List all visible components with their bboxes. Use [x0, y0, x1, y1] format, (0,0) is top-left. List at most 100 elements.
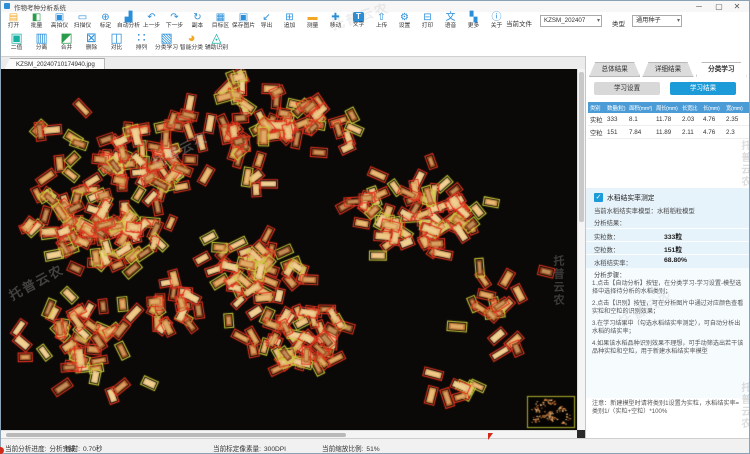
toolbar-merge[interactable]: ◩ 合并: [54, 31, 79, 56]
result-label: 空粒数：: [594, 247, 620, 254]
status-bar: 当前分析进度: 分析完成 耗时: 0.70秒 当前标定像素量: 300DPI 当前缩放比例:…: [0, 438, 750, 454]
settings-label: 设置: [398, 23, 411, 29]
vertical-scrollbar-thumb[interactable]: [579, 72, 584, 222]
analysis-results: 实粒数： 333粒 空粒数： 151粒 水稻结实率： 68.80%: [586, 228, 750, 267]
table-cell: 11.89: [656, 128, 672, 136]
analysis-steps-title: 分析步骤：: [594, 272, 626, 279]
toolbar-settings[interactable]: ⚙ 设置: [393, 12, 416, 30]
upload-icon: ⇧: [377, 12, 386, 23]
table-cell: 7.84: [629, 128, 642, 136]
toolbar-calibrate[interactable]: ⊕ 标定: [94, 12, 117, 30]
toolbar-save-image[interactable]: ▣ 保存图片: [232, 12, 255, 30]
table-cell: 151: [607, 128, 618, 136]
toolbar-smart-classify[interactable]: ◕ 智能分类: [179, 31, 204, 56]
print-icon: ⊟: [423, 12, 432, 23]
toolbar-separate[interactable]: ▥ 分离: [29, 31, 54, 56]
vertical-scrollbar[interactable]: [577, 69, 585, 430]
status-label: 当前缩放比例:: [322, 446, 364, 453]
move-label: 移动: [329, 23, 342, 29]
target-area-icon: ▦: [215, 12, 226, 23]
scrollbar-corner: [577, 430, 585, 438]
settings-icon: ⚙: [400, 12, 409, 23]
toolbar-delete[interactable]: ⊠ 删除: [79, 31, 104, 56]
table-row[interactable]: 实粒 333 8.1 11.78 2.03 4.76 2.35: [588, 113, 749, 126]
toolbar-print[interactable]: ⊟ 打印: [416, 12, 439, 30]
image-tab-bar: KZSM_20240710174940.jpg: [0, 56, 585, 70]
learn-result-button[interactable]: 学习结果: [670, 82, 736, 95]
toolbar-voice[interactable]: 文语音: [439, 12, 462, 30]
status-calibration-dpi: 当前标定像素量: 300DPI: [213, 443, 286, 453]
toolbar-redo[interactable]: ↷ 下一步: [163, 12, 186, 30]
learn-settings-button[interactable]: 学习设置: [594, 82, 660, 95]
current-file-value: KZSM_202407: [544, 17, 586, 24]
type-select[interactable]: 通用种子 ▾: [632, 15, 682, 27]
toolbar-measure[interactable]: ▬ 测量: [301, 12, 324, 30]
toolbar-scanner[interactable]: ▭ 扫描仪: [71, 12, 94, 30]
toolbar-batch[interactable]: ◧ 批量: [25, 12, 48, 30]
table-cell: 11.78: [656, 115, 672, 123]
analysis-canvas[interactable]: [0, 69, 577, 430]
rice-rate-checkbox-row[interactable]: ✓ 水稻结实率测定: [594, 192, 655, 202]
toolbar-move[interactable]: ✚ 移动: [324, 12, 347, 30]
duplicate-icon: ↻: [193, 12, 202, 23]
open-label: 打开: [7, 23, 20, 29]
analysis-step: 2.点击【识别】按钮，可在分析图片中通过对应颜色查看实粒和空粒的识别效果；: [592, 300, 744, 315]
horizontal-scrollbar-thumb[interactable]: [6, 433, 346, 437]
result-value: 151粒: [664, 247, 683, 254]
analysis-step: 4.如果该水稻品种识别效果不理想，可手动筛选出若干该品种实粒和空粒，用于新建水稻…: [592, 340, 744, 355]
toolbar-binarize[interactable]: ▣ 二值: [4, 31, 29, 56]
tab-overall[interactable]: 总体结果: [589, 62, 641, 77]
tab-classify[interactable]: 分类学习: [695, 62, 747, 77]
text-label: 文字: [352, 22, 365, 28]
rice-rate-checkbox[interactable]: ✓: [594, 192, 603, 202]
current-file-select[interactable]: KZSM_202407 ▾: [540, 15, 602, 27]
merge-label: 合并: [60, 45, 73, 51]
chevron-down-icon: ▾: [596, 18, 600, 24]
toolbar-export[interactable]: ↙ 导出: [255, 12, 278, 30]
append-label: 追加: [283, 23, 296, 29]
toolbar-doc-camera[interactable]: ▣ 高拍仪: [48, 12, 71, 30]
toolbar-open[interactable]: ▤ 打开: [2, 12, 25, 30]
status-value: 300DPI: [264, 446, 286, 453]
close-button[interactable]: ✕: [730, 2, 744, 11]
toolbar-auto-analyze[interactable]: ▟ 自动分析: [117, 12, 140, 30]
tab-detail[interactable]: 详细结果: [642, 62, 694, 77]
table-header-cell: 数量(粒): [607, 105, 626, 112]
assist-recognize-label: 辅助识别: [204, 45, 229, 51]
voice-icon: 文: [445, 12, 456, 23]
current-model-line: 当前水稻结实率模型：水稻稻粒模型: [594, 208, 695, 215]
arrange-label: 排列: [135, 45, 148, 51]
more-icon: ▚: [469, 12, 478, 23]
right-panel: 总体结果 详细结果 分类学习 学习设置 学习结果 类别 数量(粒) 面积(mm²) 周长(m…: [585, 56, 750, 438]
merge-icon: ◩: [60, 30, 73, 45]
model-note: 注意：新建模型时请将类别1设置为实粒，水稻结实率=类别1/（实粒+空粒）*100…: [592, 400, 740, 415]
export-icon: ↙: [262, 12, 271, 23]
toolbar-assist-recognize[interactable]: ◬ 辅助识别: [204, 31, 229, 56]
duplicate-label: 副本: [191, 23, 204, 29]
delete-label: 删除: [85, 45, 98, 51]
redo-icon: ↷: [170, 12, 179, 23]
toolbar-more[interactable]: ▚ 更多: [462, 12, 485, 30]
toolbar-target-area[interactable]: ▦ 目标区: [209, 12, 232, 30]
result-label: 水稻结实率：: [594, 260, 632, 267]
maximize-button[interactable]: ▢: [712, 2, 726, 11]
move-icon: ✚: [331, 12, 340, 23]
chevron-down-icon: ▾: [676, 18, 680, 24]
toolbar-row1: ▤ 打开 ◧ 批量 ▣ 高拍仪 ▭ 扫描仪 ⊕ 标定 ▟ 自动分析 ↶ 上一步 ↷ 下一步 ↻ 副本 ▦ 目标区 ▣ 保存…: [2, 12, 510, 30]
toolbar-upload[interactable]: ⇧ 上传: [370, 12, 393, 30]
toolbar-undo[interactable]: ↶ 上一步: [140, 12, 163, 30]
save-image-label: 保存图片: [231, 23, 256, 29]
toolbar-compare[interactable]: ◫ 对比: [104, 31, 129, 56]
analysis-image-area[interactable]: [0, 69, 577, 430]
analysis-result-title: 分析结果：: [594, 220, 626, 227]
minimize-button[interactable]: ─: [692, 2, 706, 11]
toolbar-class-learning[interactable]: ▧ 分类学习: [154, 31, 179, 56]
table-row[interactable]: 空粒 151 7.84 11.89 2.11 4.76 2.3: [588, 126, 749, 139]
toolbar-text[interactable]: T 文字: [347, 12, 370, 30]
assist-recognize-icon: ◬: [211, 30, 222, 45]
toolbar-duplicate[interactable]: ↻ 副本: [186, 12, 209, 30]
toolbar-arrange[interactable]: ∷ 排列: [129, 31, 154, 56]
app-icon: [4, 3, 10, 9]
toolbar-append[interactable]: ⊞ 追加: [278, 12, 301, 30]
status-elapsed-time: 耗时: 0.70秒: [65, 443, 102, 453]
